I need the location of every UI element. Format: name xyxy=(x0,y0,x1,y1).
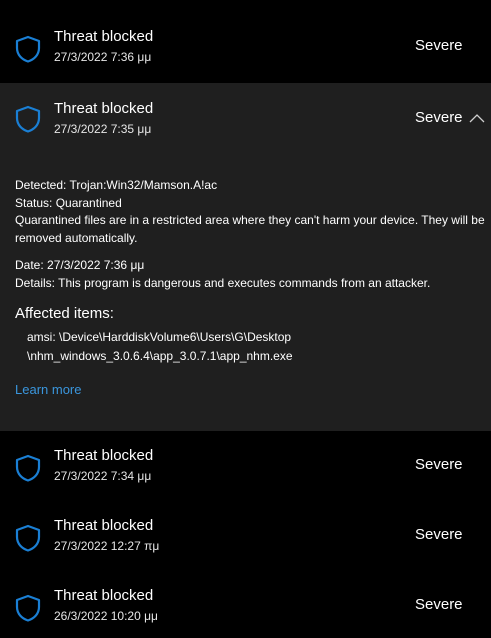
threat-date: 27/3/2022 7:36 μμ xyxy=(54,50,152,64)
threat-date: 26/3/2022 10:20 μμ xyxy=(54,609,158,623)
severity-label: Severe xyxy=(415,109,463,126)
details-value: This program is dangerous and executes c… xyxy=(58,275,431,290)
status-label: Status: xyxy=(15,195,53,210)
affected-path-line: amsi: \Device\HarddiskVolume6\Users\G\De… xyxy=(27,330,292,344)
detected-value: Trojan:Win32/Mamson.A!ac xyxy=(69,178,218,192)
shield-icon xyxy=(15,105,41,133)
shield-icon xyxy=(15,454,41,482)
threat-item[interactable]: Threat blocked 27/3/2022 7:36 μμ Severe xyxy=(0,13,491,83)
status-note: Quarantined files are in a restricted ar… xyxy=(15,213,485,245)
threat-history-list: Threat blocked 27/3/2022 7:36 μμ Severe … xyxy=(0,0,491,638)
shield-icon xyxy=(15,35,41,63)
threat-date: 27/3/2022 7:35 μμ xyxy=(54,122,152,136)
affected-item-path: amsi: \Device\HarddiskVolume6\Users\G\De… xyxy=(27,328,293,366)
severity-label: Severe xyxy=(415,37,463,54)
chevron-up-icon[interactable] xyxy=(469,112,485,124)
threat-item-expanded: Threat blocked 27/3/2022 7:35 μμ Severe … xyxy=(0,83,491,431)
date-label: Date: xyxy=(15,258,44,272)
threat-date: 27/3/2022 12:27 πμ xyxy=(54,539,160,553)
threat-item[interactable]: Threat blocked 27/3/2022 7:34 μμ Severe xyxy=(0,432,491,502)
threat-title: Threat blocked xyxy=(54,100,154,117)
threat-title: Threat blocked xyxy=(54,587,154,604)
detected-label: Detected: xyxy=(15,178,67,192)
severity-label: Severe xyxy=(415,526,463,543)
threat-date: 27/3/2022 7:34 μμ xyxy=(54,469,152,483)
threat-details: Detected: Trojan:Win32/Mamson.A!ac Statu… xyxy=(15,177,485,292)
shield-icon xyxy=(15,594,41,622)
learn-more-link[interactable]: Learn more xyxy=(15,382,81,397)
threat-title: Threat blocked xyxy=(54,447,154,464)
shield-icon xyxy=(15,524,41,552)
status-value: Quarantined xyxy=(55,195,122,210)
details-label: Details: xyxy=(15,275,56,290)
affected-path-line: \nhm_windows_3.0.6.4\app_3.0.7.1\app_nhm… xyxy=(27,349,293,363)
details-row: Details: This program is dangerous and e… xyxy=(15,275,485,293)
threat-title: Threat blocked xyxy=(54,28,154,45)
severity-label: Severe xyxy=(415,456,463,473)
date-row: Date: 27/3/2022 7:36 μμ xyxy=(15,257,485,275)
detected-row: Detected: Trojan:Win32/Mamson.A!ac xyxy=(15,177,485,195)
date-value: 27/3/2022 7:36 μμ xyxy=(47,258,145,272)
affected-items-heading: Affected items: xyxy=(15,305,114,322)
threat-item-header[interactable]: Threat blocked 27/3/2022 7:35 μμ Severe xyxy=(0,83,491,153)
threat-title: Threat blocked xyxy=(54,517,154,534)
threat-item[interactable]: Threat blocked 27/3/2022 12:27 πμ Severe xyxy=(0,502,491,572)
status-row: Status: Quarantined xyxy=(15,195,485,213)
severity-label: Severe xyxy=(415,596,463,613)
threat-item[interactable]: Threat blocked 26/3/2022 10:20 μμ Severe xyxy=(0,572,491,638)
